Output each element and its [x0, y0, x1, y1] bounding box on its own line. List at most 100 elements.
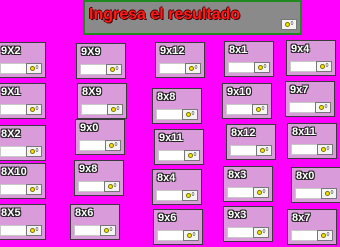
answer-input[interactable] [79, 140, 106, 151]
score-count: 0 [330, 190, 334, 196]
question-label: 9x7 [290, 84, 309, 96]
answer-input[interactable] [0, 104, 27, 115]
score-count: 0 [290, 21, 294, 27]
score-badge: 0 [26, 184, 42, 195]
answer-input[interactable] [80, 64, 107, 75]
score-count: 0 [35, 227, 39, 233]
score-badge: 0 [107, 104, 123, 115]
score-badge: 0 [185, 63, 201, 74]
question-card[interactable]: 9X9 0 [76, 43, 126, 79]
question-card[interactable]: 8x6 0 [70, 204, 120, 240]
question-card[interactable]: 8x4 0 [152, 169, 202, 205]
coin-icon [324, 191, 330, 196]
question-card[interactable]: 9x6 0 [153, 209, 203, 245]
answer-input[interactable] [74, 225, 101, 236]
question-label: 8x1 [229, 44, 248, 56]
question-label: 8X2 [1, 128, 21, 140]
score-badge: 0 [104, 181, 120, 192]
question-card[interactable]: 8X9 0 [77, 83, 127, 119]
score-badge: 0 [182, 109, 198, 120]
score-badge: 0 [26, 146, 42, 157]
answer-input[interactable] [0, 225, 27, 236]
question-card[interactable]: 9x8 0 [74, 160, 124, 196]
score-badge: 0 [184, 150, 200, 161]
coin-icon [186, 233, 192, 238]
score-badge: 0 [182, 190, 198, 201]
answer-input[interactable] [227, 227, 254, 238]
question-card[interactable]: 9x7 0 [285, 81, 335, 117]
question-label: 9X2 [1, 45, 21, 57]
coin-icon [108, 143, 114, 148]
answer-input[interactable] [156, 190, 183, 201]
question-card[interactable]: 9X1 0 [0, 83, 46, 119]
question-card[interactable]: 8X5 0 [0, 204, 46, 240]
score-badge: 0 [253, 187, 269, 198]
answer-input[interactable] [158, 150, 185, 161]
question-label: 9x0 [80, 122, 99, 134]
question-label: 8X5 [1, 207, 21, 219]
question-card[interactable]: 9X2 0 [0, 42, 46, 78]
score-badge: 0 [106, 64, 122, 75]
score-count: 0 [194, 65, 198, 71]
answer-input[interactable] [227, 187, 254, 198]
coin-icon [185, 112, 191, 117]
question-card[interactable]: 9x0 0 [75, 119, 125, 155]
answer-input[interactable] [0, 184, 27, 195]
question-card[interactable]: 8x0 0 [291, 167, 340, 203]
question-card[interactable]: 8x1 0 [224, 41, 274, 77]
question-card[interactable]: 8X10 0 [0, 163, 46, 199]
answer-input[interactable] [289, 102, 316, 113]
answer-input[interactable] [290, 61, 317, 72]
question-card[interactable]: 8x3 0 [223, 166, 273, 202]
question-card[interactable]: 9x10 0 [222, 83, 272, 119]
coin-icon [29, 107, 35, 112]
score-count: 0 [35, 148, 39, 154]
coin-icon [109, 67, 115, 72]
score-badge: 0 [252, 104, 268, 115]
score-count: 0 [191, 111, 195, 117]
answer-input[interactable] [291, 230, 318, 241]
question-card[interactable]: 9x4 0 [286, 40, 336, 76]
question-card[interactable]: 8x8 0 [152, 88, 202, 124]
coin-icon [320, 147, 326, 152]
answer-input[interactable] [226, 104, 253, 115]
score-count: 0 [114, 142, 118, 148]
header-panel: Ingresa el resultado 0 [83, 0, 302, 35]
question-card[interactable]: 8x12 0 [226, 124, 276, 160]
score-count: 0 [325, 63, 329, 69]
score-badge: 0 [105, 140, 121, 151]
answer-input[interactable] [0, 146, 27, 157]
question-label: 8x3 [228, 169, 247, 181]
score-badge: 0 [26, 104, 42, 115]
question-card[interactable]: 9x3 0 [223, 206, 273, 242]
score-badge: 0 [26, 225, 42, 236]
answer-input[interactable] [157, 230, 184, 241]
question-card[interactable]: 8x7 0 [287, 209, 337, 245]
score-count: 0 [326, 232, 330, 238]
coin-icon [256, 190, 262, 195]
answer-input[interactable] [78, 181, 105, 192]
answer-input[interactable] [295, 188, 322, 199]
score-count: 0 [262, 189, 266, 195]
answer-input[interactable] [81, 104, 108, 115]
score-count: 0 [193, 152, 197, 158]
answer-input[interactable] [159, 63, 186, 74]
question-card[interactable]: 8X2 0 [0, 125, 46, 161]
score-count: 0 [116, 106, 120, 112]
answer-input[interactable] [156, 109, 183, 120]
score-count: 0 [35, 186, 39, 192]
score-count: 0 [113, 183, 117, 189]
coin-icon [110, 107, 116, 112]
coin-icon [284, 22, 290, 27]
answer-input[interactable] [0, 63, 27, 74]
question-card[interactable]: 9x11 0 [154, 129, 204, 165]
answer-input[interactable] [228, 62, 255, 73]
question-card[interactable]: 9x12 0 [155, 42, 205, 78]
coin-icon [185, 193, 191, 198]
score-badge: 0 [281, 19, 297, 30]
coin-icon [29, 66, 35, 71]
score-badge: 0 [100, 225, 116, 236]
answer-input[interactable] [291, 144, 318, 155]
answer-input[interactable] [230, 145, 257, 156]
question-card[interactable]: 8x11 0 [287, 123, 337, 159]
